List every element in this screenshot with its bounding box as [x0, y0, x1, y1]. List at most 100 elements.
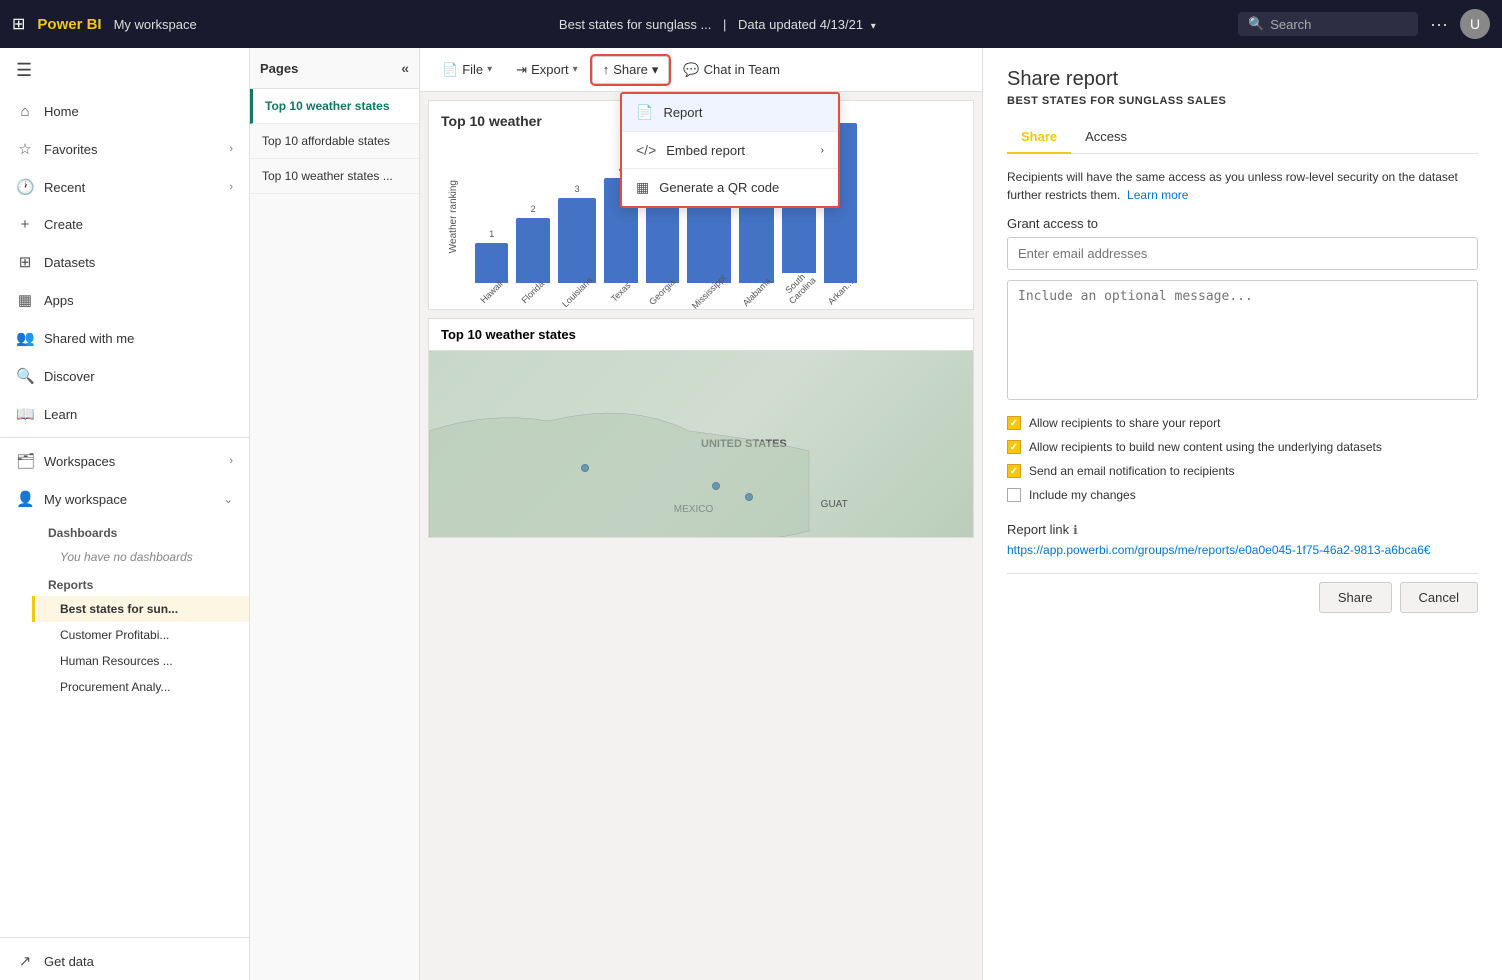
sidebar-item-discover[interactable]: 🔍 Discover: [0, 357, 249, 395]
bar-label-3: Texas: [609, 280, 633, 304]
page-item-1[interactable]: Top 10 affordable states: [250, 124, 419, 159]
search-box[interactable]: 🔍 Search: [1238, 12, 1418, 36]
avatar[interactable]: U: [1460, 9, 1490, 39]
chevron-down-icon: ▾: [652, 62, 659, 78]
create-icon: +: [16, 216, 34, 233]
map-background: UNITED STATES MEXICO GUAT © Bing © 2021 …: [429, 351, 973, 538]
pages-panel: Pages « Top 10 weather states Top 10 aff…: [250, 48, 420, 980]
sidebar-item-shared[interactable]: 👥 Shared with me: [0, 319, 249, 357]
sidebar-item-datasets[interactable]: ⊞ Datasets: [0, 243, 249, 281]
checkbox-allow-build[interactable]: ✓: [1007, 440, 1021, 454]
pages-header: Pages «: [250, 48, 419, 89]
favorites-icon: ☆: [16, 140, 34, 158]
main-content: 📄 File ▾ ⇥ Export ▾ ↑ Share ▾ 💬 Chat in …: [420, 48, 982, 980]
checkbox-send-email[interactable]: ✓: [1007, 464, 1021, 478]
report-item-2[interactable]: Human Resources ...: [32, 648, 249, 674]
file-button[interactable]: 📄 File ▾: [432, 56, 502, 84]
discover-icon: 🔍: [16, 367, 34, 385]
checkbox-item-1: ✓ Allow recipients to build new content …: [1007, 440, 1478, 454]
workspace-contents: Dashboards You have no dashboards Report…: [0, 518, 249, 700]
page-item-0[interactable]: Top 10 weather states: [250, 89, 419, 124]
top-navigation: ⊞ Power BI My workspace Best states for …: [0, 0, 1502, 48]
bar-num-2: 3: [575, 184, 580, 194]
sidebar: ☰ ⌂ Home ☆ Favorites › 🕐 Recent › + Crea…: [0, 48, 250, 980]
bar-num-0: 1: [489, 229, 494, 239]
info-icon[interactable]: ℹ: [1073, 523, 1078, 537]
checkbox-include-changes[interactable]: [1007, 488, 1021, 502]
apps-icon: ▦: [16, 291, 34, 309]
share-icon: ↑: [603, 62, 610, 77]
share-checkboxes: ✓ Allow recipients to share your report …: [1007, 416, 1478, 502]
report-link-value: https://app.powerbi.com/groups/me/report…: [1007, 543, 1478, 557]
report-item-3[interactable]: Procurement Analy...: [32, 674, 249, 700]
report-link-label: Report link ℹ: [1007, 522, 1478, 537]
chevron-down-icon: ▾: [573, 64, 578, 75]
shared-icon: 👥: [16, 329, 34, 347]
chat-in-teams-button[interactable]: 💬 Chat in Team: [673, 56, 790, 84]
sidebar-toggle-button[interactable]: ☰: [0, 48, 249, 93]
sidebar-item-my-workspace[interactable]: 👤 My workspace ⌄: [0, 480, 249, 518]
sidebar-item-create[interactable]: + Create: [0, 206, 249, 243]
sidebar-item-get-data[interactable]: ↗ Get data: [0, 942, 249, 980]
learn-more-link[interactable]: Learn more: [1127, 188, 1188, 202]
sidebar-item-apps[interactable]: ▦ Apps: [0, 281, 249, 319]
sidebar-item-label: Favorites: [44, 142, 97, 157]
sidebar-item-label: Shared with me: [44, 331, 134, 346]
share-action-button[interactable]: Share: [1319, 582, 1392, 613]
bar-1: [516, 218, 549, 283]
cancel-button[interactable]: Cancel: [1400, 582, 1478, 613]
dashboards-section-label: Dashboards: [32, 518, 249, 544]
pages-title: Pages: [260, 61, 298, 76]
get-data-icon: ↗: [16, 952, 34, 970]
chevron-down-icon: ▾: [487, 64, 492, 75]
share-button[interactable]: ↑ Share ▾: [592, 56, 670, 84]
message-input[interactable]: [1007, 280, 1478, 400]
sidebar-divider: [0, 437, 249, 438]
report-area: Top 10 weather Weather ranking 1 Hawaii …: [420, 92, 982, 980]
share-tab-share[interactable]: Share: [1007, 121, 1071, 154]
map-title: Top 10 weather states: [429, 319, 973, 351]
more-options-icon[interactable]: ···: [1430, 14, 1448, 35]
share-panel-title: Share report: [1007, 68, 1478, 91]
sidebar-item-recent[interactable]: 🕐 Recent ›: [0, 168, 249, 206]
share-dropdown-embed-item[interactable]: </> Embed report ›: [622, 132, 838, 168]
collapse-pages-button[interactable]: «: [401, 60, 409, 76]
sidebar-item-home[interactable]: ⌂ Home: [0, 93, 249, 130]
share-report-panel: Share report BEST STATES FOR SUNGLASS SA…: [982, 48, 1502, 980]
share-tab-access[interactable]: Access: [1071, 121, 1141, 154]
chevron-right-icon: ›: [229, 181, 233, 193]
report-item-1[interactable]: Customer Profitabi...: [32, 622, 249, 648]
sidebar-item-workspaces[interactable]: 🗂 Workspaces ›: [0, 442, 249, 480]
map-label-us: UNITED STATES: [701, 438, 787, 450]
bar-num-1: 2: [531, 204, 536, 214]
report-item-0[interactable]: Best states for sun...: [32, 596, 249, 622]
embed-icon: </>: [636, 142, 656, 158]
qr-icon: ▦: [636, 179, 649, 196]
bar-2: [558, 198, 597, 283]
workspace-label[interactable]: My workspace: [114, 17, 197, 32]
bar-group-2: 3 Louisiana: [558, 184, 597, 297]
page-item-2[interactable]: Top 10 weather states ...: [250, 159, 419, 194]
export-button[interactable]: ⇥ Export ▾: [506, 56, 588, 84]
email-input[interactable]: [1007, 237, 1478, 270]
sidebar-item-label: Home: [44, 104, 79, 119]
teams-icon: 💬: [683, 62, 699, 78]
sidebar-divider-bottom: [0, 937, 249, 938]
map-label-guat: GUAT: [821, 499, 848, 510]
sidebar-item-learn[interactable]: 📖 Learn: [0, 395, 249, 433]
toolbar: 📄 File ▾ ⇥ Export ▾ ↑ Share ▾ 💬 Chat in …: [420, 48, 982, 92]
map-label-mexico: MEXICO: [674, 504, 713, 515]
share-dropdown-qr-item[interactable]: ▦ Generate a QR code: [622, 169, 838, 206]
recent-icon: 🕐: [16, 178, 34, 196]
reports-section-label: Reports: [32, 570, 249, 596]
checkbox-allow-share[interactable]: ✓: [1007, 416, 1021, 430]
map-section: Top 10 weather states UNITED STATES MEXI…: [428, 318, 974, 538]
share-dropdown-report-item[interactable]: 📄 Report: [622, 94, 838, 131]
share-actions: Share Cancel: [1007, 573, 1478, 613]
sidebar-item-favorites[interactable]: ☆ Favorites ›: [0, 130, 249, 168]
chevron-right-icon: ›: [821, 145, 824, 156]
waffle-icon[interactable]: ⊞: [12, 14, 25, 34]
home-icon: ⌂: [16, 103, 34, 120]
y-axis: Weather ranking: [441, 137, 465, 297]
sidebar-item-label: Create: [44, 217, 83, 232]
